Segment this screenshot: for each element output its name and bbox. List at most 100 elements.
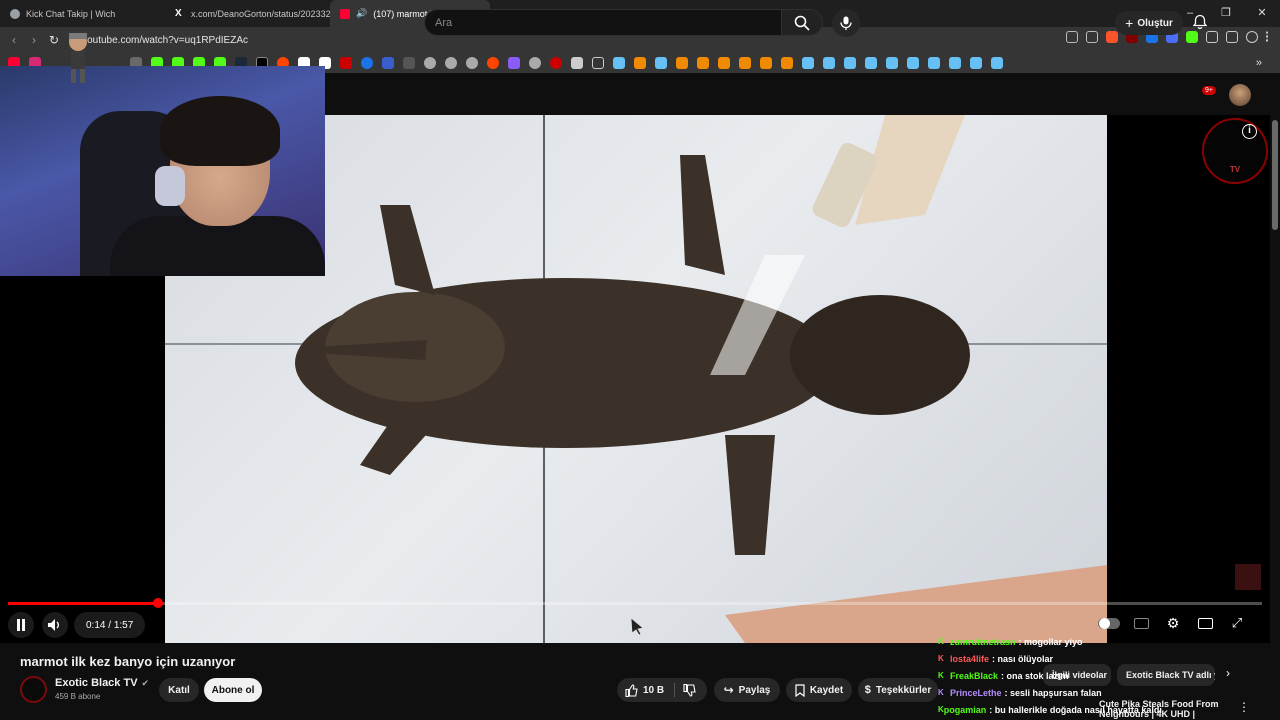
tab-title: x.com/DeanoGorton/status/2023324	[191, 8, 330, 19]
fullscreen-button[interactable]: ⤢	[1226, 612, 1248, 634]
search-icon	[794, 15, 810, 31]
bookmark-reddit-icon[interactable]	[487, 57, 499, 69]
bookmark-orange-icon[interactable]	[697, 57, 709, 69]
bookmark-orange-icon[interactable]	[781, 57, 793, 69]
bookmark-orange-icon[interactable]	[634, 57, 646, 69]
bookmark-orange-icon[interactable]	[760, 57, 772, 69]
search-button[interactable]	[781, 9, 823, 36]
share-label: Paylaş	[738, 684, 771, 696]
current-time: 0:14	[86, 619, 106, 631]
progress-bar[interactable]	[8, 598, 1262, 608]
bookmark-orange-icon[interactable]	[739, 57, 751, 69]
restore-icon[interactable]: ❐	[1208, 0, 1244, 27]
bookmark-steam-icon[interactable]	[613, 57, 625, 69]
create-button[interactable]: + Oluştur	[1115, 11, 1183, 35]
menu-icon[interactable]	[1266, 31, 1270, 43]
bookmark-icon[interactable]	[382, 57, 394, 69]
chevron-right-icon[interactable]: ›	[1226, 666, 1230, 680]
bookmark-icon[interactable]	[571, 57, 583, 69]
autoplay-toggle-icon	[1098, 617, 1120, 629]
settings-button[interactable]: ⚙	[1162, 612, 1184, 634]
bookmark-folder-icon[interactable]	[592, 57, 604, 69]
tab-x-status[interactable]: X x.com/DeanoGorton/status/2023324	[165, 0, 330, 27]
bookmark-icon[interactable]	[529, 57, 541, 69]
voice-search-button[interactable]	[832, 9, 860, 37]
bookmark-icon[interactable]	[445, 57, 457, 69]
bookmark-steam-icon[interactable]	[949, 57, 961, 69]
bookmark-red-icon[interactable]	[340, 57, 352, 69]
chat-message: K PrinceLethe: sesli hapşursan falan	[938, 687, 1102, 698]
bookmark-steam-icon[interactable]	[865, 57, 877, 69]
overlay-thumbnail	[1235, 564, 1261, 590]
autoplay-toggle[interactable]	[1098, 612, 1120, 634]
channel-name-row[interactable]: Exotic Black TV ✔	[55, 677, 149, 689]
channel-name[interactable]: Exotic Black TV	[55, 677, 138, 689]
subtitles-button[interactable]	[1130, 612, 1152, 634]
volume-button[interactable]	[42, 612, 68, 638]
account-avatar[interactable]	[1229, 84, 1251, 106]
kick-badge-icon: K	[938, 671, 944, 680]
join-button[interactable]: Katıl	[159, 678, 199, 702]
cast-icon[interactable]	[1066, 31, 1078, 43]
bookmarks-overflow-icon[interactable]: »	[1256, 57, 1262, 69]
more-options-icon[interactable]: ⋮	[1236, 700, 1252, 716]
miniplayer-button[interactable]	[1194, 612, 1216, 634]
bookmark-steam-icon[interactable]	[886, 57, 898, 69]
reload-icon[interactable]: ↻	[44, 33, 64, 47]
streamer-hair	[160, 96, 280, 166]
chat-text: bu hallerikle doğada nasıl hayatta kaldı	[994, 704, 1162, 715]
bookmark-steam-icon[interactable]	[991, 57, 1003, 69]
share-page-icon[interactable]	[1086, 31, 1098, 43]
puzzle-extensions-icon[interactable]	[1206, 31, 1218, 43]
bookmark-steam-icon[interactable]	[907, 57, 919, 69]
thanks-label: Teşekkürler	[875, 684, 932, 696]
sidebar-icon[interactable]	[1226, 31, 1238, 43]
kick-extension-icon[interactable]	[1186, 31, 1198, 43]
chat-username: FreakBlack	[950, 670, 999, 681]
mouse-cursor-icon	[630, 617, 644, 635]
close-window-icon[interactable]: ✕	[1244, 0, 1280, 27]
bookmark-steam-icon[interactable]	[844, 57, 856, 69]
thumbs-down-icon[interactable]	[683, 684, 696, 697]
youtube-favicon-icon	[340, 8, 350, 19]
bookmark-globe-icon[interactable]	[361, 57, 373, 69]
bookmark-steam-icon[interactable]	[928, 57, 940, 69]
page-scrollbar-thumb[interactable]	[1272, 120, 1278, 230]
save-button[interactable]: Kaydet	[786, 678, 852, 702]
bookmark-icon[interactable]	[424, 57, 436, 69]
bookmark-icon[interactable]	[466, 57, 478, 69]
subscribe-button[interactable]: Abone ol	[204, 678, 262, 702]
notifications-bell-icon[interactable]	[1192, 14, 1208, 30]
bookmark-steam-icon[interactable]	[970, 57, 982, 69]
gear-icon: ⚙	[1166, 614, 1180, 631]
super-thanks-icon: $	[864, 684, 871, 696]
url-text: youtube.com/watch?v=uq1RPdIEZAc	[82, 34, 249, 46]
bookmark-icon[interactable]	[508, 57, 520, 69]
media-controls-icon[interactable]	[1246, 31, 1258, 43]
brave-shield-icon[interactable]	[1106, 31, 1118, 43]
forward-icon[interactable]: ›	[24, 33, 44, 47]
bookmark-steam-icon[interactable]	[655, 57, 667, 69]
address-bar[interactable]: ⚙ youtube.com/watch?v=uq1RPdIEZAc	[68, 35, 248, 46]
time-separator: /	[105, 619, 114, 631]
tab-kick-chat[interactable]: Kick Chat Takip | Wich	[0, 0, 165, 27]
bookmark-steam-icon[interactable]	[802, 57, 814, 69]
bookmark-orange-icon[interactable]	[718, 57, 730, 69]
bookmark-steam-icon[interactable]	[823, 57, 835, 69]
bookmark-icon[interactable]	[403, 57, 415, 69]
info-icon[interactable]: i	[1242, 124, 1257, 139]
chat-username: PrinceLethe	[950, 687, 1002, 698]
bookmark-orange-icon[interactable]	[676, 57, 688, 69]
search-input[interactable]: Ara	[424, 9, 782, 36]
bookmark-red-icon[interactable]	[550, 57, 562, 69]
back-icon[interactable]: ‹	[4, 33, 24, 47]
chat-message: K FreakBlack: ona stok lazım	[938, 670, 1069, 681]
share-button[interactable]: ↪ Paylaş	[714, 678, 780, 702]
channel-avatar[interactable]	[20, 676, 47, 703]
channel-watermark-logo: TV	[1202, 118, 1268, 184]
like-button[interactable]: 10 B	[625, 683, 664, 697]
chat-message: Kpogamian: bu hallerikle doğada nasıl ha…	[938, 704, 1162, 715]
save-label: Kaydet	[809, 684, 844, 696]
pause-button[interactable]	[8, 612, 34, 638]
thanks-button[interactable]: $ Teşekkürler	[858, 678, 938, 702]
